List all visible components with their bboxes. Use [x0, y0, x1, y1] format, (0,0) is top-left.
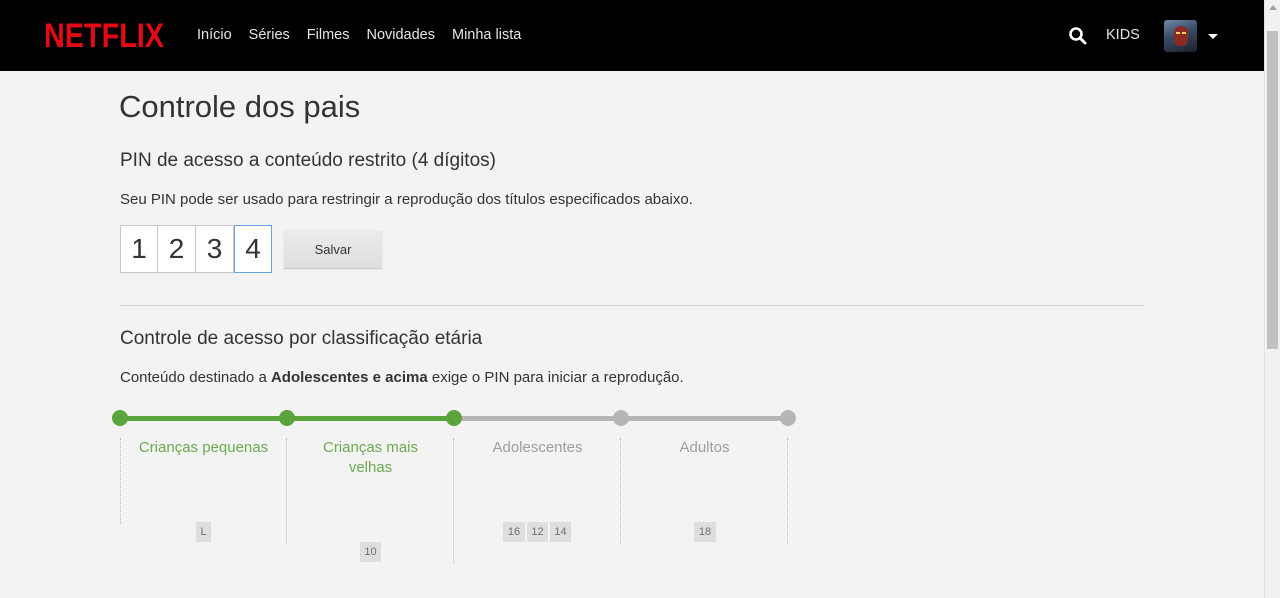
level-label-adultos: Adultos	[679, 439, 730, 456]
level-label-criancas-pequenas: Crianças pequenas	[138, 439, 269, 456]
page-scrollbar[interactable]	[1264, 0, 1280, 598]
rating-badge-l: L	[196, 522, 211, 542]
nav-item-novidades[interactable]: Novidades	[366, 27, 435, 43]
pin-section-title: PIN de acesso a conteúdo restrito (4 díg…	[120, 150, 496, 171]
rating-badge-10: 10	[360, 542, 381, 562]
netflix-logo[interactable]: NETFLIX	[44, 16, 166, 52]
nav-item-filmes[interactable]: Filmes	[307, 27, 350, 43]
kids-link[interactable]: KIDS	[1106, 27, 1140, 43]
avatar-eye-right	[1182, 32, 1186, 34]
level-label-criancas-mais-velhas: Crianças mais velhas	[322, 439, 419, 476]
slider-stop-2[interactable]	[446, 410, 462, 426]
section-divider	[120, 305, 1144, 306]
page-title: Controle dos pais	[119, 89, 361, 124]
slider-stop-3[interactable]	[613, 410, 629, 426]
slider-stop-1[interactable]	[279, 410, 295, 426]
nav-item-inicio[interactable]: Início	[197, 27, 232, 43]
slider-stop-4[interactable]	[780, 410, 796, 426]
level-label-adolescentes: Adolescentes	[492, 439, 583, 456]
scrollbar-thumb[interactable]	[1267, 31, 1278, 349]
rating-badge-18: 18	[694, 522, 716, 542]
pin-digit-2[interactable]: 2	[158, 225, 196, 273]
avatar[interactable]	[1164, 20, 1197, 52]
save-button[interactable]: Salvar	[284, 230, 382, 268]
rating-badge-14: 14	[550, 522, 571, 542]
pin-digit-1[interactable]: 1	[120, 225, 158, 273]
avatar-eye-left	[1176, 32, 1180, 34]
pin-description: Seu PIN pode ser usado para restringir a…	[120, 191, 693, 208]
slider-stop-0[interactable]	[112, 410, 128, 426]
pin-input-group: 1 2 3 4	[120, 225, 272, 273]
rating-badge-12: 12	[527, 522, 548, 542]
rating-description: Conteúdo destinado a Adolescentes e acim…	[120, 369, 684, 386]
caret-down-icon[interactable]	[1208, 34, 1218, 39]
main-nav: Início Séries Filmes Novidades Minha lis…	[197, 27, 521, 43]
brand-text: NETFLIX	[44, 17, 164, 52]
rating-badge-16: 16	[503, 522, 525, 542]
rating-section-title: Controle de acesso por classificação etá…	[120, 328, 483, 349]
nav-item-minha-lista[interactable]: Minha lista	[452, 27, 521, 43]
rating-desc-selected-level: Adolescentes e acima	[270, 369, 428, 386]
pin-digit-4[interactable]: 4	[234, 225, 272, 273]
scroll-up-arrow-icon[interactable]	[1269, 5, 1277, 10]
pin-digit-3[interactable]: 3	[196, 225, 234, 273]
top-navigation-bar: NETFLIX Início Séries Filmes Novidades M…	[0, 0, 1264, 71]
search-icon[interactable]	[1068, 26, 1088, 46]
avatar-face	[1174, 26, 1188, 46]
rating-desc-suffix: exige o PIN para iniciar a reprodução.	[427, 369, 684, 386]
rating-desc-prefix: Conteúdo destinado a	[120, 369, 271, 386]
nav-item-series[interactable]: Séries	[249, 27, 290, 43]
